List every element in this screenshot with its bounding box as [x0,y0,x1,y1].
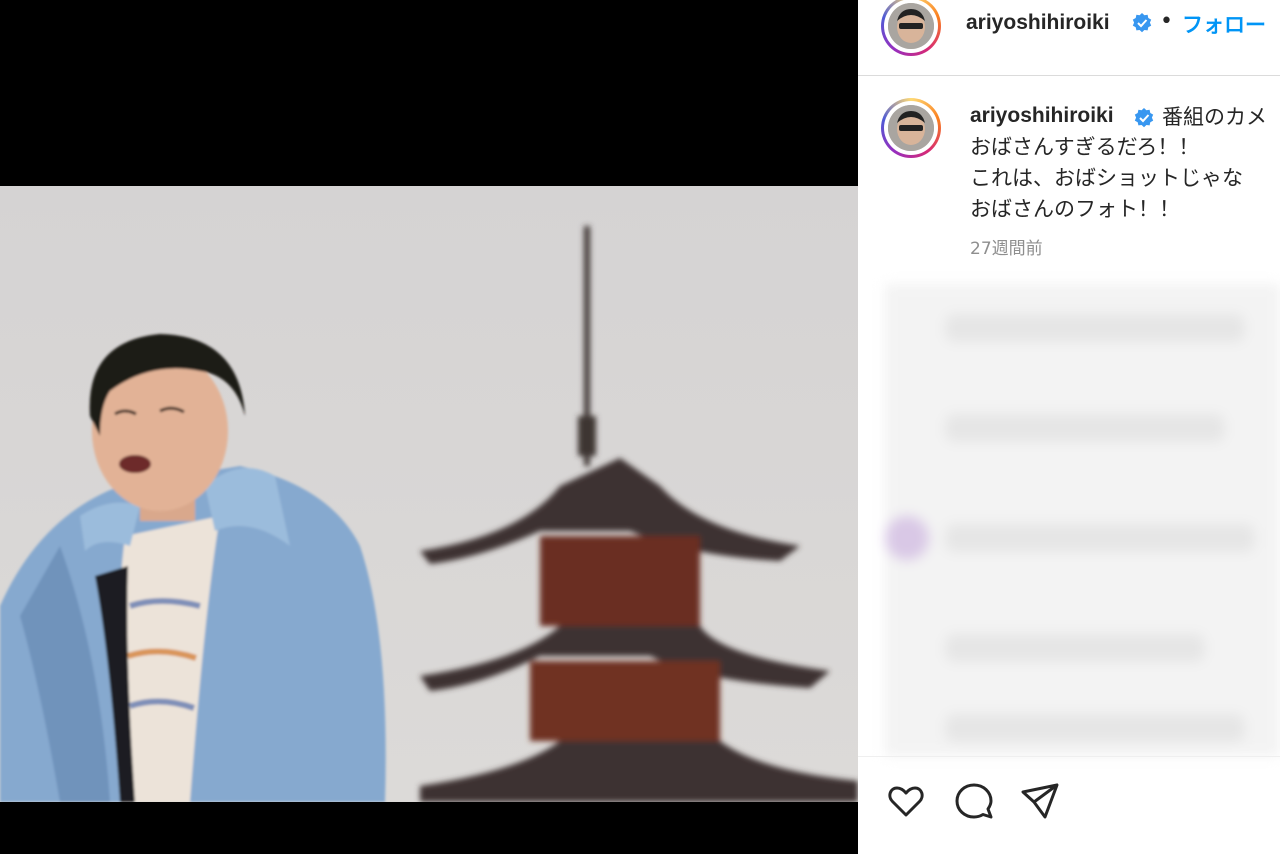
post-photo[interactable] [0,186,858,802]
caption-avatar[interactable] [881,98,941,158]
heart-icon[interactable] [884,779,928,823]
caption-text-line: おばさんのフォト！！ [970,197,1180,221]
caption-username[interactable]: ariyoshihiroiki [970,104,1114,128]
verified-badge-icon [1134,108,1154,128]
post-media[interactable] [0,0,858,854]
header-username[interactable]: ariyoshihiroiki [966,11,1110,35]
comment-icon[interactable] [952,779,996,823]
post-timestamp[interactable]: 27週間前 [970,234,1043,259]
caption-text-line: おばさんすぎるだろ！！ [970,135,1200,159]
post-header: ariyoshihiroiki • フォロー [858,0,1280,76]
caption-text-line: 番組のカメ [1162,105,1267,129]
caption-text-line: これは、おばショットじゃな [970,166,1243,190]
photo-illustration [0,186,858,802]
avatar-photo [888,105,934,151]
post-actions [858,756,1280,854]
post-side-panel: ariyoshihiroiki • フォロー ariyoshihiroiki 番… [858,0,1280,854]
follow-button[interactable]: フォロー [1182,9,1266,39]
avatar[interactable] [881,0,941,56]
avatar-photo [888,3,934,49]
paper-plane-icon[interactable] [1018,779,1062,823]
separator-dot: • [1160,9,1173,34]
verified-badge-icon [1132,13,1152,33]
blurred-comments [885,284,1280,756]
caption: ariyoshihiroiki 番組のカメ おばさんすぎるだろ！！ これは、おば… [858,76,1280,276]
